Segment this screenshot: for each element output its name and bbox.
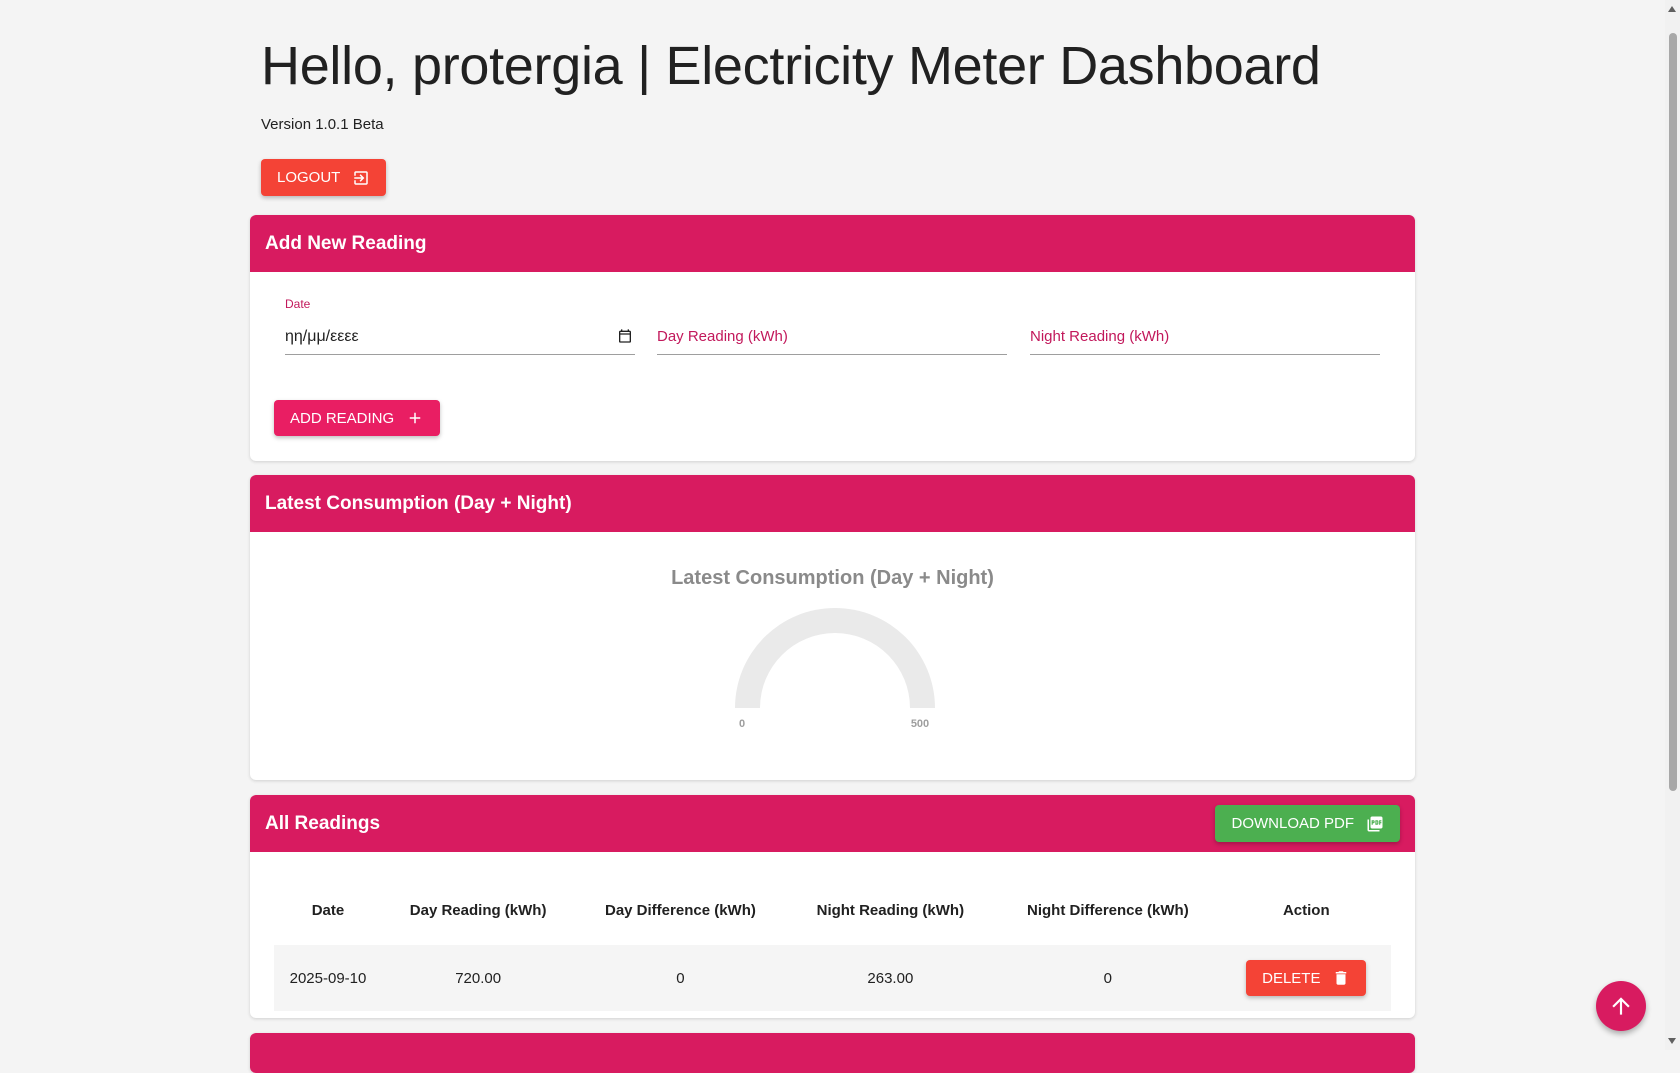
gauge-track bbox=[735, 608, 935, 708]
cell-action: DELETE bbox=[1221, 945, 1391, 1011]
column-header: Day Reading (kWh) bbox=[409, 901, 547, 919]
page-title: Hello, protergia | Electricity Meter Das… bbox=[261, 36, 1321, 96]
consumption-card: Latest Consumption (Day + Night) Latest … bbox=[250, 475, 1415, 780]
add-reading-button[interactable]: ADD READING bbox=[274, 400, 441, 436]
next-card bbox=[250, 1033, 1415, 1073]
delete-label: DELETE bbox=[1262, 969, 1321, 987]
add-reading-title: Add New Reading bbox=[265, 232, 427, 254]
page-scrollbar[interactable] bbox=[1665, 0, 1680, 1050]
download-pdf-button[interactable]: DOWNLOAD PDF bbox=[1215, 805, 1400, 842]
date-input[interactable] bbox=[285, 319, 635, 355]
cell-day-difference: 0 bbox=[574, 945, 787, 1011]
table-row: 2025-09-10 720.00 0 263.00 0 DELETE bbox=[274, 945, 1391, 1011]
cell-date: 2025-09-10 bbox=[274, 945, 382, 1011]
consumption-title: Latest Consumption (Day + Night) bbox=[265, 492, 572, 514]
add-reading-card: Add New Reading Date ADD READING bbox=[250, 215, 1415, 461]
column-header: Night Difference (kWh) bbox=[1027, 901, 1189, 919]
version-text: Version 1.0.1 Beta bbox=[261, 116, 384, 133]
column-header: Action bbox=[1282, 901, 1330, 919]
column-header: Day Difference (kWh) bbox=[605, 901, 756, 919]
gauge-min-label: 0 bbox=[739, 718, 745, 730]
readings-table: Date Day Reading (kWh) Day Difference (k… bbox=[274, 875, 1391, 1011]
arrow-up-icon bbox=[1612, 997, 1630, 1015]
calendar-icon[interactable] bbox=[617, 328, 633, 344]
cell-night-reading: 263.00 bbox=[786, 945, 995, 1011]
gauge-title: Latest Consumption (Day + Night) bbox=[671, 567, 994, 589]
column-header: Date bbox=[311, 901, 345, 919]
cell-night-difference: 0 bbox=[994, 945, 1222, 1011]
day-reading-field bbox=[657, 297, 1007, 372]
add-reading-label: ADD READING bbox=[290, 409, 395, 427]
readings-title: All Readings bbox=[265, 812, 381, 834]
scroll-up-arrow-icon[interactable] bbox=[1668, 6, 1676, 12]
pdf-icon bbox=[1367, 816, 1383, 831]
cell-day-reading: 720.00 bbox=[381, 945, 575, 1011]
column-header: Night Reading (kWh) bbox=[816, 901, 965, 919]
scroll-thumb[interactable] bbox=[1669, 33, 1677, 791]
scroll-top-button[interactable] bbox=[1596, 981, 1646, 1031]
plus-icon bbox=[409, 412, 421, 424]
gauge-max-label: 500 bbox=[911, 718, 929, 730]
consumption-header: Latest Consumption (Day + Night) bbox=[250, 475, 1415, 532]
day-reading-input[interactable] bbox=[657, 319, 1007, 355]
date-label: Date bbox=[285, 297, 311, 311]
logout-button[interactable]: LOGOUT bbox=[261, 159, 387, 196]
next-card-header bbox=[250, 1033, 1415, 1073]
table-header-row: Date Day Reading (kWh) Day Difference (k… bbox=[274, 875, 1391, 945]
night-reading-input[interactable] bbox=[1030, 319, 1380, 355]
readings-header: All Readings DOWNLOAD PDF bbox=[250, 795, 1415, 852]
add-reading-header: Add New Reading bbox=[250, 215, 1415, 272]
delete-button[interactable]: DELETE bbox=[1246, 960, 1367, 996]
download-pdf-label: DOWNLOAD PDF bbox=[1231, 815, 1354, 832]
logout-label: LOGOUT bbox=[277, 169, 341, 186]
consumption-gauge: 0 500 bbox=[735, 608, 935, 730]
scroll-down-arrow-icon[interactable] bbox=[1668, 1038, 1676, 1044]
night-reading-field bbox=[1030, 297, 1380, 372]
logout-icon bbox=[354, 170, 369, 185]
readings-card: All Readings DOWNLOAD PDF Date Day Readi… bbox=[250, 795, 1415, 1018]
date-field: Date bbox=[285, 297, 635, 372]
trash-icon bbox=[1336, 971, 1347, 985]
